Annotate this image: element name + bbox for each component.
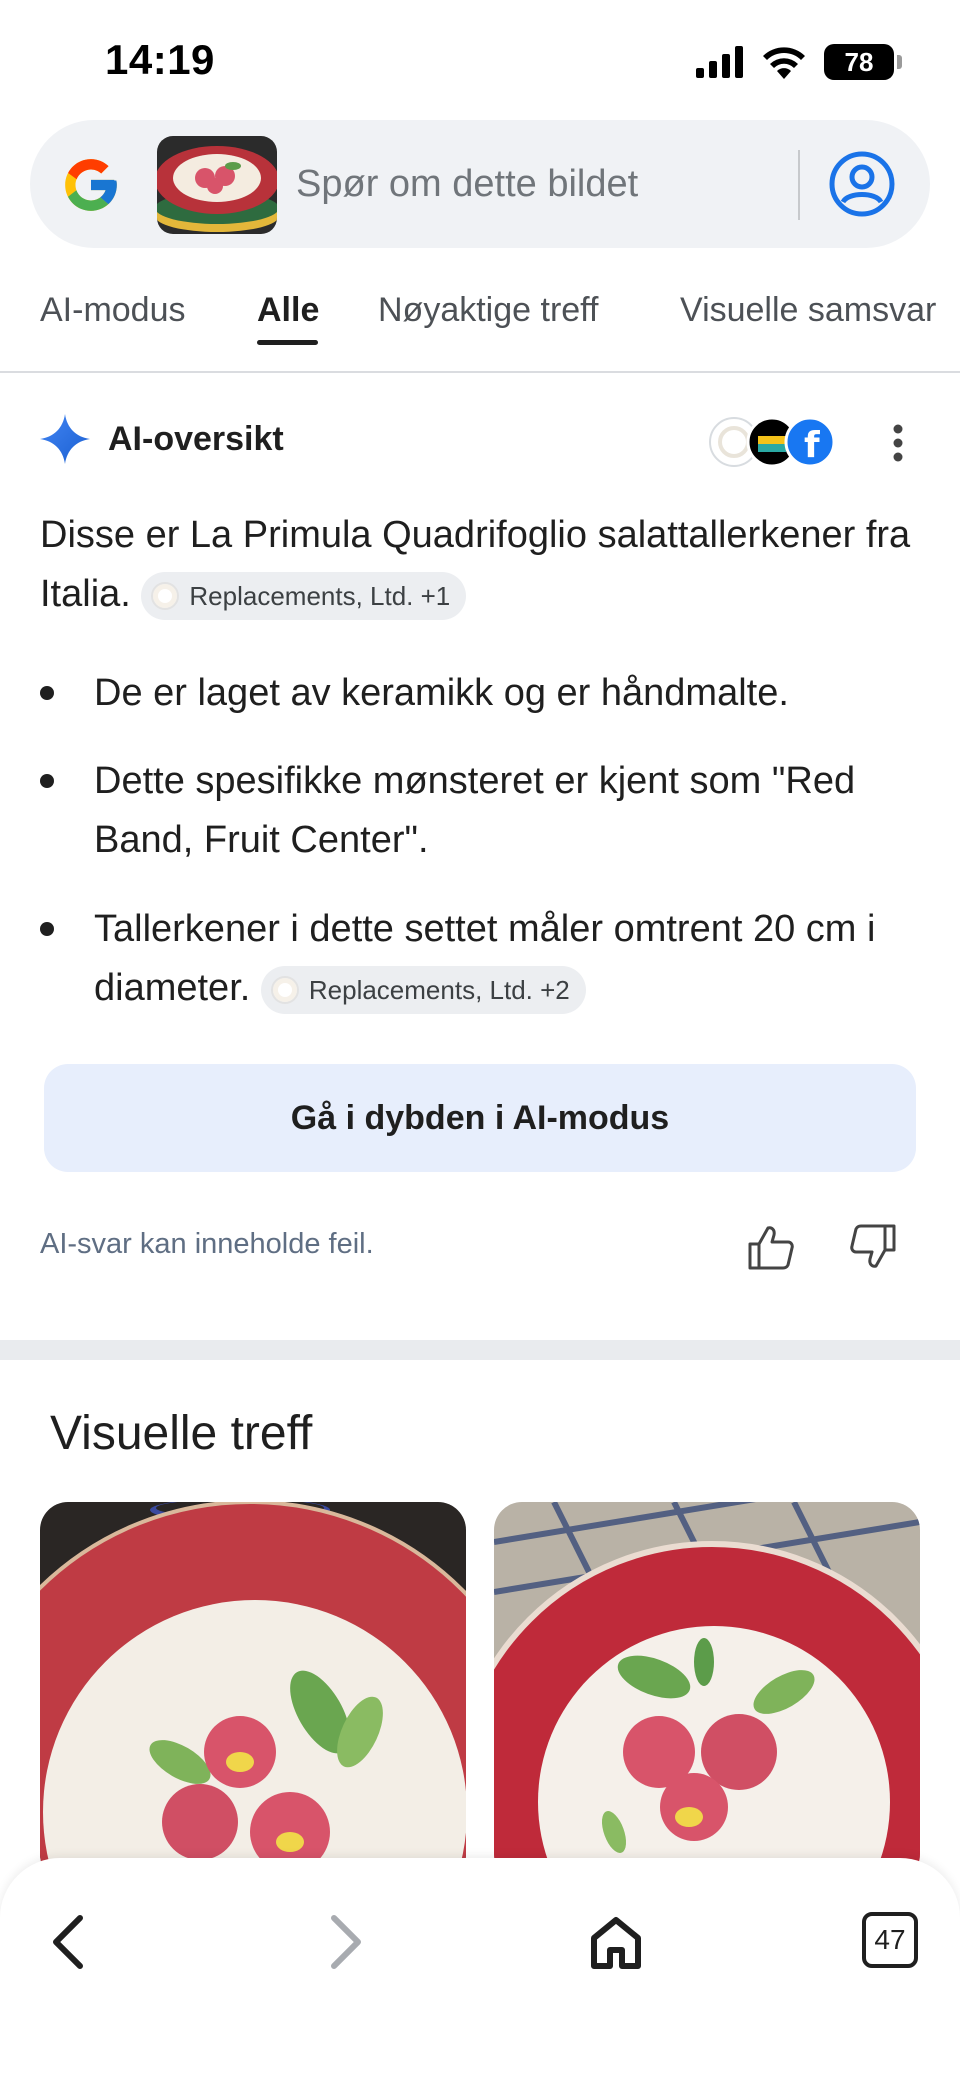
source-chip[interactable]: Replacements, Ltd. +1 — [141, 571, 467, 620]
battery-indicator: 78 — [824, 44, 902, 80]
plate-image — [494, 1502, 920, 1882]
status-time: 14:19 — [105, 36, 215, 83]
list-item: Tallerkener i dette settet måler omtrent… — [40, 900, 920, 1018]
ai-overview-intro: Disse er La Primula Quadrifoglio salatta… — [40, 506, 920, 624]
bullet-dot — [40, 774, 54, 788]
list-item: De er laget av keramikk og er håndmalte. — [40, 664, 920, 723]
list-item: Dette spesifikke mønsteret er kjent som … — [40, 752, 920, 870]
home-icon[interactable] — [586, 1912, 646, 1972]
wifi-icon — [763, 47, 805, 79]
ai-overview-title: AI-oversikt — [108, 420, 284, 458]
forward-arrow-icon[interactable] — [314, 1912, 374, 1972]
plate-image — [40, 1502, 466, 1882]
visual-match-card[interactable] — [494, 1502, 920, 1882]
bullet-text: Dette spesifikke mønsteret er kjent som … — [94, 760, 856, 861]
ai-disclaimer: AI-svar kan inneholde feil. — [40, 1228, 374, 1260]
active-tab-indicator — [257, 340, 318, 345]
search-separator — [798, 150, 800, 220]
bullet-text: Tallerkener i dette settet måler omtrent… — [94, 900, 920, 1018]
open-tabs-button[interactable]: 47 — [862, 1912, 918, 1968]
plate-image — [157, 136, 277, 234]
source-chip-label: Replacements, Ltd. +2 — [308, 974, 570, 1005]
thumbs-down-icon[interactable] — [848, 1222, 898, 1272]
more-options-icon[interactable] — [886, 418, 910, 468]
tab-visual-matches[interactable]: Visuelle samsvar — [680, 291, 936, 330]
ai-sparkle-icon — [40, 414, 90, 464]
source-chip-favicon-icon — [151, 581, 180, 610]
source-chip-favicon-icon — [270, 975, 299, 1004]
bottom-navigation-bar — [0, 1858, 960, 2078]
back-arrow-icon[interactable] — [40, 1912, 100, 1972]
source-chip[interactable]: Replacements, Ltd. +2 — [260, 965, 586, 1014]
tab-exact-matches[interactable]: Nøyaktige treff — [378, 291, 598, 330]
visual-match-card[interactable] — [40, 1502, 466, 1882]
status-icons: 78 — [696, 44, 902, 80]
deep-dive-ai-mode-button[interactable]: Gå i dybden i AI-modus — [44, 1064, 916, 1172]
search-tabs: AI-modus Alle Nøyaktige treff Visuelle s… — [0, 285, 960, 373]
account-icon[interactable] — [828, 150, 896, 218]
bullet-text: De er laget av keramikk og er håndmalte. — [94, 672, 789, 714]
cellular-signal-icon — [696, 46, 743, 78]
visual-matches-title: Visuelle treff — [50, 1407, 313, 1460]
bullet-dot — [40, 922, 54, 936]
svg-text:f: f — [804, 425, 820, 466]
bullet-dot — [40, 686, 54, 700]
search-image-thumbnail[interactable] — [157, 136, 277, 234]
tab-all[interactable]: Alle — [257, 291, 319, 330]
tab-ai-mode[interactable]: AI-modus — [40, 291, 186, 330]
source-favicons[interactable]: f — [708, 414, 838, 470]
source-chip-label: Replacements, Ltd. +1 — [189, 580, 451, 611]
google-logo-icon[interactable] — [60, 154, 122, 216]
thumbs-up-icon[interactable] — [746, 1222, 796, 1272]
search-input[interactable]: Spør om dette bildet — [296, 163, 638, 206]
section-divider — [0, 1340, 960, 1360]
